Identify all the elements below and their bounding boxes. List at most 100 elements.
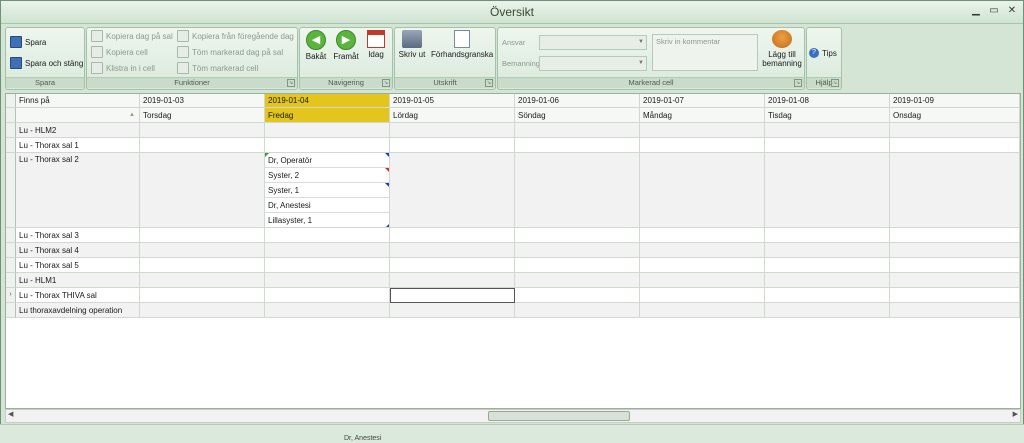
grid-cell[interactable] bbox=[265, 273, 390, 288]
back-button[interactable]: ◀ Bakåt bbox=[303, 30, 329, 61]
grid-cell[interactable] bbox=[765, 303, 890, 318]
header-date[interactable]: 2019-01-03 bbox=[140, 94, 265, 108]
staff-entry[interactable]: Dr, Operatör bbox=[265, 153, 389, 168]
header-date[interactable]: 2019-01-09 bbox=[890, 94, 1020, 108]
grid-cell[interactable] bbox=[390, 123, 515, 138]
minimize-button[interactable]: ▁ bbox=[969, 4, 983, 18]
clear-cell-button[interactable]: Töm markerad cell bbox=[177, 62, 258, 74]
grid-cell[interactable] bbox=[515, 243, 640, 258]
ansvar-combo[interactable]: ▼ bbox=[539, 35, 647, 50]
add-staff-button[interactable]: Lägg till bemanning bbox=[762, 30, 802, 68]
grid-cell[interactable] bbox=[765, 243, 890, 258]
table-row[interactable]: Lu thoraxavdelning operation bbox=[6, 303, 1020, 318]
grid-cell[interactable] bbox=[265, 258, 390, 273]
grid-cell[interactable] bbox=[890, 228, 1020, 243]
grid-cell[interactable] bbox=[140, 153, 265, 228]
header-day[interactable]: Måndag bbox=[640, 108, 765, 123]
row-selector[interactable] bbox=[6, 273, 16, 288]
grid-cell[interactable] bbox=[390, 273, 515, 288]
tips-button[interactable]: ? Tips bbox=[809, 47, 837, 59]
grid-cell[interactable] bbox=[140, 258, 265, 273]
comment-input[interactable]: Skriv in kommentar bbox=[652, 34, 758, 71]
staff-entry[interactable]: Lillasyster, 1 bbox=[265, 213, 389, 227]
grid-cell[interactable] bbox=[765, 153, 890, 228]
grid-cell[interactable] bbox=[890, 303, 1020, 318]
grid-cell[interactable] bbox=[515, 153, 640, 228]
horizontal-scrollbar[interactable]: ◀ ▶ bbox=[5, 409, 1021, 423]
header-date[interactable]: 2019-01-08 bbox=[765, 94, 890, 108]
grid-cell[interactable] bbox=[765, 138, 890, 153]
sort-arrow-icon[interactable]: ▲ bbox=[16, 108, 140, 123]
dialog-launcher[interactable]: ↘ bbox=[794, 79, 802, 87]
table-row-current[interactable]: › Lu - Thorax THIVA sal bbox=[6, 288, 1020, 303]
grid-cell[interactable] bbox=[890, 258, 1020, 273]
grid-cell[interactable] bbox=[640, 273, 765, 288]
grid-cell[interactable] bbox=[890, 243, 1020, 258]
grid-cell[interactable] bbox=[765, 288, 890, 303]
table-row[interactable]: Lu - HLM2 bbox=[6, 123, 1020, 138]
grid-cell[interactable] bbox=[390, 303, 515, 318]
print-button[interactable]: Skriv ut bbox=[397, 30, 427, 59]
table-row[interactable]: Lu - Thorax sal 5 bbox=[6, 258, 1020, 273]
grid-cell[interactable] bbox=[890, 138, 1020, 153]
grid-cell[interactable] bbox=[640, 153, 765, 228]
grid-cell[interactable] bbox=[515, 228, 640, 243]
grid-cell[interactable] bbox=[140, 273, 265, 288]
grid-cell[interactable] bbox=[890, 273, 1020, 288]
grid-cell[interactable] bbox=[640, 288, 765, 303]
grid-cell[interactable] bbox=[640, 138, 765, 153]
grid-cell[interactable] bbox=[765, 228, 890, 243]
grid-cell[interactable] bbox=[265, 228, 390, 243]
grid-cell[interactable] bbox=[140, 288, 265, 303]
grid-cell[interactable] bbox=[640, 243, 765, 258]
header-date[interactable]: 2019-01-07 bbox=[640, 94, 765, 108]
dialog-launcher[interactable]: ↘ bbox=[831, 79, 839, 87]
grid-cell[interactable] bbox=[140, 303, 265, 318]
staff-entry[interactable]: Syster, 1 bbox=[265, 183, 389, 198]
grid-cell[interactable] bbox=[515, 273, 640, 288]
grid-cell[interactable] bbox=[640, 228, 765, 243]
grid-cell[interactable] bbox=[515, 303, 640, 318]
grid-cell[interactable] bbox=[765, 123, 890, 138]
grid-cell-focused[interactable] bbox=[390, 288, 515, 303]
table-row[interactable]: Lu - Thorax sal 3 bbox=[6, 228, 1020, 243]
grid-cell[interactable] bbox=[765, 273, 890, 288]
row-selector[interactable] bbox=[6, 153, 16, 228]
scroll-right-icon[interactable]: ▶ bbox=[1013, 410, 1018, 418]
dialog-launcher[interactable]: ↘ bbox=[382, 79, 390, 87]
grid-cell[interactable] bbox=[515, 258, 640, 273]
grid-cell[interactable] bbox=[265, 123, 390, 138]
clear-day-sal-button[interactable]: Töm markerad dag på sal bbox=[177, 46, 283, 58]
grid-cell[interactable] bbox=[515, 123, 640, 138]
grid-cell[interactable] bbox=[265, 303, 390, 318]
grid-cell[interactable] bbox=[265, 138, 390, 153]
copy-day-sal-button[interactable]: Kopiera dag på sal bbox=[91, 30, 173, 42]
grid-cell[interactable] bbox=[390, 258, 515, 273]
preview-button[interactable]: Förhandsgranska bbox=[431, 30, 493, 59]
grid-cell[interactable] bbox=[140, 123, 265, 138]
header-day[interactable]: Onsdag bbox=[890, 108, 1020, 123]
grid-cell[interactable] bbox=[390, 228, 515, 243]
grid-cell[interactable] bbox=[640, 303, 765, 318]
row-selector[interactable] bbox=[6, 258, 16, 273]
scroll-left-icon[interactable]: ◀ bbox=[8, 410, 13, 418]
table-row[interactable]: Lu - Thorax sal 2 Dr, Operatör Syster, 2… bbox=[6, 153, 1020, 228]
save-button[interactable]: Spara bbox=[10, 36, 46, 48]
header-date[interactable]: 2019-01-05 bbox=[390, 94, 515, 108]
copy-prev-day-button[interactable]: Kopiera från föregående dag bbox=[177, 30, 294, 42]
grid-cell[interactable] bbox=[890, 153, 1020, 228]
forward-button[interactable]: ▶ Framåt bbox=[331, 30, 361, 61]
today-button[interactable]: Idag bbox=[364, 30, 388, 59]
grid-cell-staffed[interactable]: Dr, Operatör Syster, 2 Syster, 1 Dr, Ane… bbox=[265, 153, 390, 228]
grid-cell[interactable] bbox=[765, 258, 890, 273]
header-day[interactable]: Lördag bbox=[390, 108, 515, 123]
grid-cell[interactable] bbox=[890, 288, 1020, 303]
grid-cell[interactable] bbox=[515, 288, 640, 303]
row-selector[interactable] bbox=[6, 138, 16, 153]
save-close-button[interactable]: Spara och stäng bbox=[10, 57, 83, 69]
grid-cell[interactable] bbox=[140, 138, 265, 153]
row-selector[interactable] bbox=[6, 303, 16, 318]
paste-cell-button[interactable]: Klistra in i cell bbox=[91, 62, 155, 74]
grid-cell[interactable] bbox=[140, 228, 265, 243]
grid-cell[interactable] bbox=[515, 138, 640, 153]
